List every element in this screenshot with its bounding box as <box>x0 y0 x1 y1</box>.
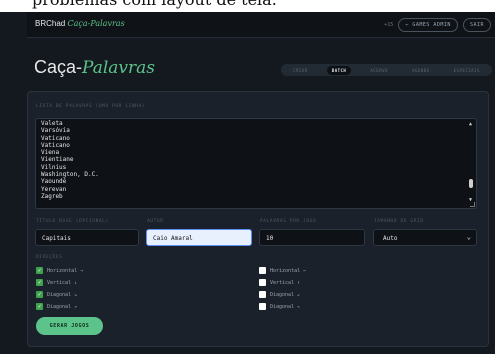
direction-label: Diagonal ↘ <box>47 291 78 298</box>
direction-label: Diagonal ↙ <box>270 291 301 298</box>
page-title-main: Caça- <box>34 57 83 77</box>
author-input[interactable]: Caio Amaral <box>146 229 252 246</box>
chevron-down-icon: ⌄ <box>466 233 471 241</box>
words-per-game-input[interactable]: 10 <box>259 229 365 246</box>
direction-label: Vertical ↓ <box>47 279 78 286</box>
cutoff-text: problemas com layout de tela. <box>32 0 277 9</box>
grid-size-label: TAMANHO DO GRID <box>374 219 424 224</box>
resize-grip-icon[interactable] <box>470 202 475 207</box>
brand-name: BRChad <box>35 19 66 28</box>
scroll-thumb[interactable] <box>469 179 473 188</box>
grid-size-value: Auto <box>383 235 398 242</box>
direction-diagonal-down-right[interactable]: ✓ Diagonal ↘ <box>36 291 77 298</box>
direction-label: Diagonal ↗ <box>47 303 78 310</box>
page-title-accent: Palavras <box>82 58 155 78</box>
tab-criar[interactable]: CRIAR <box>288 66 313 75</box>
scroll-up-icon[interactable]: ▲ <box>469 121 472 127</box>
tab-acervo[interactable]: ACERVO <box>365 66 392 75</box>
top-bar: BRChad Caça-Palavras +15 ← GAMES ADMIN S… <box>27 12 495 38</box>
direction-horizontal-right[interactable]: ✓ Horizontal → <box>36 267 83 274</box>
title-input[interactable]: Capitais <box>35 229 139 246</box>
brand-logo[interactable]: BRChad Caça-Palavras <box>35 19 125 28</box>
checkbox-unchecked-icon[interactable] <box>259 267 266 274</box>
checkbox-checked-icon[interactable]: ✓ <box>36 291 43 298</box>
brand-accent: Caça-Palavras <box>67 19 125 28</box>
checkbox-unchecked-icon[interactable] <box>259 291 266 298</box>
direction-vertical-up[interactable]: Vertical ↑ <box>259 279 300 286</box>
generate-games-button[interactable]: GERAR JOGOS <box>36 317 103 335</box>
title-label: TÍTULO BASE (OPCIONAL) <box>36 219 109 224</box>
direction-label: Vertical ↑ <box>270 279 301 286</box>
mode-tabs: CRIAR BATCH ACERVO AGENDA ESPECIAIS <box>281 64 492 76</box>
games-admin-button[interactable]: ← GAMES ADMIN <box>398 18 458 32</box>
words-per-game-label: PALAVRAS POR JOGO <box>260 219 317 224</box>
word-list-label: LISTA DE PALAVRAS (UMA POR LINHA) <box>36 104 146 109</box>
direction-label: Horizontal → <box>47 267 84 274</box>
checkbox-checked-icon[interactable]: ✓ <box>36 267 43 274</box>
grid-size-select[interactable]: Auto ⌄ <box>373 229 477 246</box>
direction-horizontal-left[interactable]: Horizontal ← <box>259 267 306 274</box>
textarea-scrollbar[interactable]: ▲ ▼ <box>468 121 474 207</box>
direction-label: Horizontal ← <box>270 267 307 274</box>
checkbox-checked-icon[interactable]: ✓ <box>36 279 43 286</box>
word-list-textarea[interactable]: Valeta Varsóvia Vaticano Vaticano Viena … <box>35 118 477 209</box>
direction-label: Diagonal ↖ <box>270 303 301 310</box>
logout-button[interactable]: SAIR <box>462 18 491 32</box>
batch-form-card: LISTA DE PALAVRAS (UMA POR LINHA) Valeta… <box>27 91 489 347</box>
top-actions: +15 ← GAMES ADMIN SAIR <box>384 18 491 32</box>
tab-agenda[interactable]: AGENDA <box>407 66 434 75</box>
direction-diagonal-down-left[interactable]: Diagonal ↙ <box>259 291 300 298</box>
direction-diagonal-up-right[interactable]: ✓ Diagonal ↗ <box>36 303 77 310</box>
checkbox-unchecked-icon[interactable] <box>259 303 266 310</box>
author-label: AUTOR <box>147 219 164 224</box>
directions-label: DIREÇÕES <box>36 255 63 260</box>
checkbox-checked-icon[interactable]: ✓ <box>36 303 43 310</box>
page-title: Caça-Palavras <box>34 57 155 78</box>
tab-especiais[interactable]: ESPECIAIS <box>449 66 485 75</box>
checkbox-unchecked-icon[interactable] <box>259 279 266 286</box>
counter-badge: +15 <box>384 22 394 28</box>
direction-vertical-down[interactable]: ✓ Vertical ↓ <box>36 279 77 286</box>
word-list-content: Valeta Varsóvia Vaticano Vaticano Viena … <box>41 120 99 200</box>
direction-diagonal-up-left[interactable]: Diagonal ↖ <box>259 303 300 310</box>
cutoff-text-strip: problemas com layout de tela. <box>0 0 495 12</box>
tab-batch[interactable]: BATCH <box>326 65 352 75</box>
